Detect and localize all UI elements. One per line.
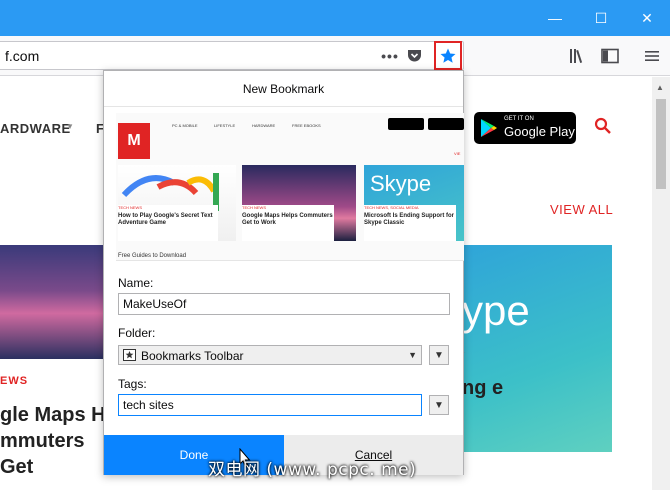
bookmarks-toolbar-icon (123, 349, 136, 361)
tags-field[interactable]: tech sites (118, 394, 422, 416)
preview-card-headline: Microsoft Is Ending Support for Skype Cl… (364, 213, 454, 226)
hero-image-text: ype (462, 287, 530, 334)
done-button-label: Done (179, 448, 209, 462)
preview-card-tag: TECH NEWS (242, 205, 266, 210)
google-play-icon (481, 119, 497, 137)
bookmark-star-button[interactable] (434, 41, 462, 70)
minimize-button[interactable]: — (532, 0, 578, 36)
chevron-down-icon: ▼ (408, 350, 417, 360)
folder-label: Folder: (118, 326, 156, 340)
preview-view-link: VIE (454, 151, 461, 156)
close-button[interactable]: ✕ (624, 0, 670, 36)
watermark-text: 双电网 (www. pcpc. me) (208, 460, 417, 480)
preview-card: TECH NEWS How to Play Google's Secret Te… (118, 205, 218, 241)
article-headline-left[interactable]: gle Maps He mmuters Get (0, 402, 120, 480)
chevron-down-icon: ▼ (434, 349, 444, 361)
google-play-badge[interactable]: GET IT ON Google Play (474, 112, 576, 144)
url-text[interactable]: f.com (5, 48, 39, 64)
scrollbar-thumb[interactable] (656, 99, 666, 189)
preview-card-headline: Google Maps Helps Commuters Get to Work (242, 213, 333, 226)
view-all-link[interactable]: VIEW ALL (550, 202, 613, 217)
preview-card: TECH NEWS Google Maps Helps Commuters Ge… (242, 205, 334, 241)
preview-nav-item: FREE EBOOKS (292, 123, 321, 128)
preview-card-tag: TECH NEWS, SOCIAL MEDIA (364, 205, 419, 210)
folder-expand-button[interactable]: ▼ (429, 345, 449, 365)
library-icon[interactable] (566, 46, 590, 66)
google-play-small-text: GET IT ON (504, 116, 534, 122)
folder-select-value: Bookmarks Toolbar (141, 349, 244, 363)
search-icon[interactable] (594, 117, 612, 140)
page-scrollbar[interactable]: ▲ (652, 77, 670, 490)
panel-title: New Bookmark (104, 71, 463, 107)
menu-icon[interactable] (640, 46, 664, 66)
article-headline-right[interactable]: ng e (462, 375, 642, 401)
preview-card: TECH NEWS, SOCIAL MEDIA Microsoft Is End… (364, 205, 456, 241)
tags-label: Tags: (118, 377, 147, 391)
google-play-text: Google Play (504, 124, 575, 139)
article-tag[interactable]: EWS (0, 375, 28, 387)
preview-nav-item: HARDWARE (252, 123, 276, 128)
hero-image-left[interactable] (0, 245, 120, 359)
page-preview-thumbnail: M PC & MOBILE LIFESTYLE HARDWARE FREE EB… (116, 113, 464, 261)
url-bar[interactable]: f.com ••• (0, 41, 464, 70)
google-play-badge-small (428, 118, 464, 130)
site-logo: M (118, 123, 150, 159)
sidebar-icon[interactable] (598, 46, 622, 66)
preview-card-tag: TECH NEWS (118, 205, 142, 210)
app-store-badge (388, 118, 424, 130)
folder-select[interactable]: Bookmarks Toolbar ▼ (118, 345, 422, 365)
preview-nav-item: LIFESTYLE (214, 123, 236, 128)
title-bar: — ☐ ✕ (0, 0, 670, 36)
browser-window: — ☐ ✕ f.com ••• ARDWARE ▼ F GET IT ON Go… (0, 0, 670, 490)
name-field[interactable]: MakeUseOf (118, 293, 450, 315)
hero-image-right[interactable] (450, 245, 612, 452)
scroll-up-icon[interactable]: ▲ (656, 83, 664, 92)
name-label: Name: (118, 276, 154, 290)
star-icon (440, 48, 456, 63)
new-bookmark-panel: New Bookmark M PC & MOBILE LIFESTYLE HAR… (103, 70, 464, 475)
preview-bottom-text: Free Guides to Download (118, 253, 187, 259)
chevron-down-icon: ▼ (434, 399, 444, 411)
page-nav-hardware[interactable]: ARDWARE (0, 121, 71, 136)
chevron-down-icon: ▼ (66, 122, 74, 131)
tags-expand-button[interactable]: ▼ (429, 395, 449, 415)
pocket-icon[interactable] (405, 46, 423, 66)
preview-nav-item: PC & MOBILE (172, 123, 198, 128)
more-icon[interactable]: ••• (381, 46, 399, 66)
maximize-button[interactable]: ☐ (578, 0, 624, 36)
preview-card-headline: How to Play Google's Secret Text Adventu… (118, 213, 213, 226)
